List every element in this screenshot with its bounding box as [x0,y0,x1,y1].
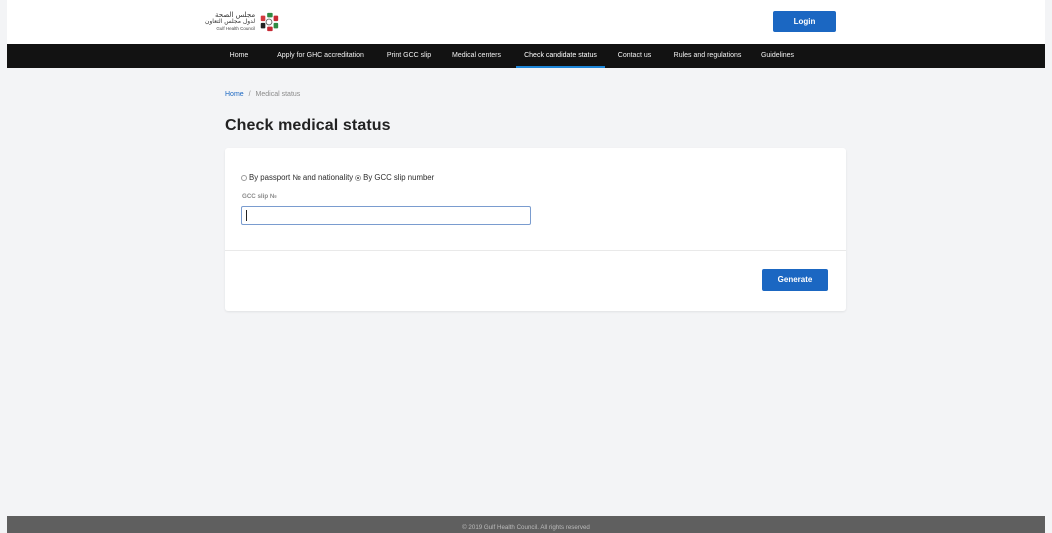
login-button[interactable]: Login [773,11,836,32]
passport-nationality-option-label[interactable]: By passport № and nationality [249,173,353,182]
text-cursor [246,210,247,221]
breadcrumb-current-page: Medical status [255,91,301,98]
nav-guidelines[interactable]: Guidelines [755,44,800,68]
nav-print-gcc-slip[interactable]: Print GCC slip [381,44,437,68]
nav-medical-centers[interactable]: Medical centers [443,44,510,68]
gulf-health-council-logo[interactable]: مجلس الصحة لدول مجلس التعاون Gulf Health… [205,6,285,38]
logo-arabic-line-2: لدول مجلس التعاون [205,18,256,26]
gulf-health-council-logo-icon [260,12,279,32]
nav-check-candidate-status[interactable]: Check candidate status [516,44,605,68]
passport-nationality-radio[interactable] [241,174,247,181]
breadcrumb: Home / Medical status [225,91,300,98]
gcc-slip-number-input[interactable] [241,206,531,225]
active-tab-indicator [516,66,605,68]
gcc-slip-number-label: GCC slip № [242,193,277,200]
nav-rules-regulations[interactable]: Rules and regulations [665,44,750,68]
breadcrumb-separator: / [248,91,251,98]
page: مجلس الصحة لدول مجلس التعاون Gulf Health… [7,0,1045,533]
page-footer: © 2019 Gulf Health Council. All rights r… [7,516,1045,533]
copyright-text: © 2019 Gulf Health Council. All rights r… [462,524,590,531]
nav-contact-us[interactable]: Contact us [611,44,658,68]
nav-apply-ghc-accreditation[interactable]: Apply for GHC accreditation [261,44,380,68]
breadcrumb-home-link[interactable]: Home [225,91,244,98]
nav-home[interactable]: Home [224,44,254,68]
page-title: Check medical status [225,117,391,134]
medical-status-form-card: By passport № and nationality By GCC sli… [225,148,846,311]
search-method-options: By passport № and nationality By GCC sli… [241,173,436,182]
logo-english-name: Gulf Health Council [216,26,256,32]
top-header: مجلس الصحة لدول مجلس التعاون Gulf Health… [7,0,1045,44]
generate-button[interactable]: Generate [762,269,828,291]
gcc-slip-number-option-label[interactable]: By GCC slip number [363,173,434,182]
gcc-slip-number-radio[interactable] [355,174,362,181]
logo-text: مجلس الصحة لدول مجلس التعاون Gulf Health… [205,12,255,32]
form-divider [225,250,846,251]
main-navigation: Home Apply for GHC accreditation Print G… [7,44,1045,68]
